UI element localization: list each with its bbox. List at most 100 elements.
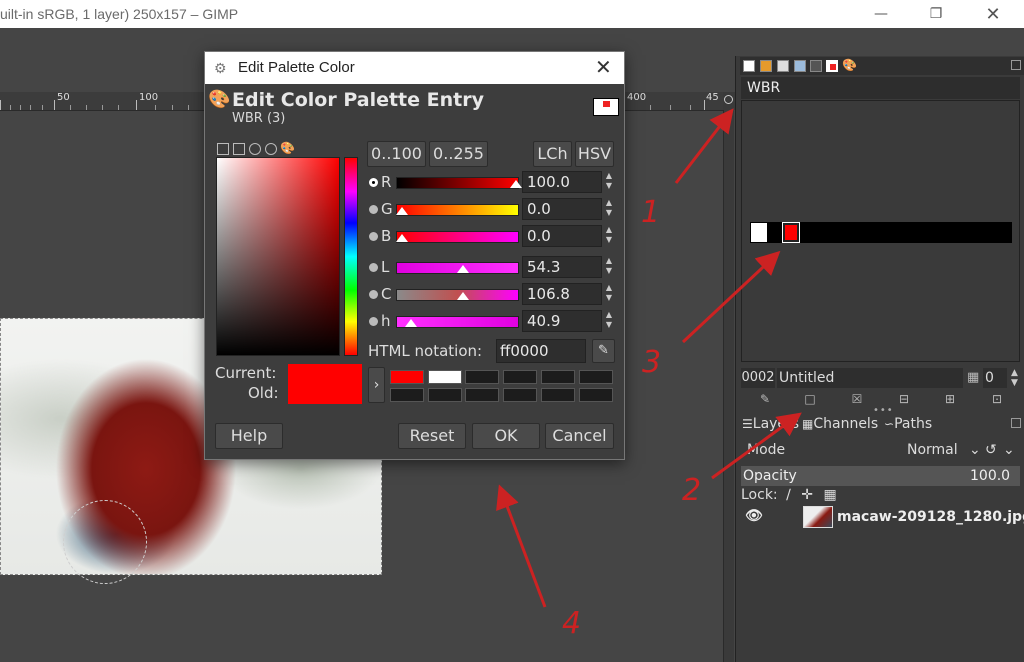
restore-icon[interactable]: ❐	[913, 0, 959, 28]
channel-radio-g[interactable]	[369, 205, 378, 214]
zoom-all-icon[interactable]: ⊡	[989, 391, 1005, 407]
history-swatch[interactable]	[390, 370, 424, 384]
layers-menu-icon[interactable]	[1011, 418, 1021, 428]
palette-title-field[interactable]: Untitled	[777, 368, 963, 388]
zoom-icon[interactable]	[723, 92, 735, 110]
slider-marker	[396, 207, 408, 215]
history-swatch[interactable]	[465, 388, 499, 402]
tab-paths[interactable]: ∽Paths	[884, 416, 932, 432]
spin-icon[interactable]: ▲ ▼	[603, 256, 615, 278]
range-0-255-button[interactable]: 0..255	[429, 141, 488, 167]
channel-radio-b[interactable]	[369, 232, 378, 241]
minimize-icon[interactable]: —	[858, 0, 904, 28]
lch-button[interactable]: LCh	[533, 141, 572, 167]
channel-radio-r[interactable]	[369, 178, 378, 187]
mode-dropdown[interactable]: Normal	[907, 442, 958, 458]
spin-icon[interactable]: ▲ ▼	[603, 198, 615, 220]
palette-tab-icon[interactable]	[826, 60, 838, 72]
palette-swatch-red[interactable]	[782, 222, 800, 243]
chevron-down-icon[interactable]: ⌄	[969, 442, 981, 458]
history-swatch[interactable]	[579, 388, 613, 402]
blend-space-icon[interactable]: ↺	[985, 442, 997, 458]
ok-button[interactable]: OK	[472, 423, 540, 449]
vertical-scrollbar[interactable]	[723, 110, 734, 662]
wheel-selector-icon[interactable]	[265, 143, 277, 155]
brush-icon[interactable]	[760, 60, 772, 72]
fg-bg-icon[interactable]	[743, 60, 755, 72]
history-swatch[interactable]	[579, 370, 613, 384]
history-swatch[interactable]	[503, 370, 537, 384]
range-0-100-button[interactable]: 0..100	[367, 141, 426, 167]
saturation-value-square[interactable]	[216, 157, 340, 356]
palette-swatch-white[interactable]	[751, 223, 767, 242]
zoom-in-icon[interactable]: ⊞	[942, 391, 958, 407]
value-g[interactable]: 0.0	[522, 198, 602, 220]
palette-icon[interactable]: 🎨	[842, 58, 857, 72]
image-icon[interactable]	[794, 60, 806, 72]
value-h[interactable]: 40.9	[522, 310, 602, 332]
tab-layers[interactable]: ☰Layers	[742, 416, 799, 432]
history-swatch[interactable]	[390, 388, 424, 402]
slider-l[interactable]	[396, 262, 519, 274]
eye-icon[interactable]: 👁	[745, 508, 763, 524]
slider-g[interactable]	[396, 204, 519, 216]
close-icon[interactable]: ✕	[970, 0, 1016, 28]
hue-bar[interactable]	[344, 157, 358, 356]
spin-icon[interactable]: ▲ ▼	[603, 225, 615, 247]
grid-value-field[interactable]: 0	[983, 368, 1007, 388]
cancel-button[interactable]: Cancel	[545, 423, 614, 449]
layer-row[interactable]: 👁 macaw-209128_1280.jpg	[741, 506, 1024, 530]
channel-radio-h[interactable]	[369, 317, 378, 326]
history-swatch[interactable]	[503, 388, 537, 402]
tab-channels[interactable]: ▦Channels	[802, 416, 878, 432]
channel-radio-l[interactable]	[369, 263, 378, 272]
new-color-icon[interactable]: □	[802, 391, 818, 407]
hsv-button[interactable]: HSV	[575, 141, 614, 167]
grid-spin-icon[interactable]: ▲ ▼	[1011, 368, 1018, 388]
add-to-history-icon[interactable]: ›	[368, 367, 385, 403]
edit-color-icon[interactable]: ✎	[757, 391, 773, 407]
slider-c[interactable]	[396, 289, 519, 301]
cmyk-selector-icon[interactable]	[233, 143, 245, 155]
value-c[interactable]: 106.8	[522, 283, 602, 305]
palette-selector-icon[interactable]: 🎨	[280, 141, 295, 155]
html-notation-field[interactable]: ff0000	[496, 339, 586, 363]
lock-pixels-icon[interactable]: ∕	[786, 487, 791, 503]
opacity-slider[interactable]: Opacity 100.0	[741, 466, 1020, 486]
delete-color-icon[interactable]: ☒	[849, 391, 865, 407]
spin-icon[interactable]: ▲ ▼	[603, 310, 615, 332]
window-title: uilt-in sRGB, 1 layer) 250x157 – GIMP	[0, 6, 239, 22]
reset-button[interactable]: Reset	[398, 423, 466, 449]
eyedropper-icon[interactable]: ✎	[592, 339, 615, 363]
palette-swatch-black[interactable]	[767, 223, 783, 242]
history-swatch[interactable]	[541, 370, 575, 384]
slider-r[interactable]	[396, 177, 522, 189]
history-swatch[interactable]	[428, 388, 462, 402]
chevron-down-icon[interactable]: ⌄	[1003, 442, 1015, 458]
font-icon[interactable]	[777, 60, 789, 72]
value-b[interactable]: 0.0	[522, 225, 602, 247]
history-swatch[interactable]	[541, 388, 575, 402]
palette-name-field[interactable]: WBR	[741, 77, 1020, 99]
help-button[interactable]: Help	[215, 423, 283, 449]
zoom-out-icon[interactable]: ⊟	[896, 391, 912, 407]
triangle-selector-icon[interactable]	[249, 143, 261, 155]
value-l[interactable]: 54.3	[522, 256, 602, 278]
layer-name[interactable]: macaw-209128_1280.jpg	[837, 509, 1024, 525]
history-swatch[interactable]	[428, 370, 462, 384]
channel-radio-c[interactable]	[369, 290, 378, 299]
spin-icon[interactable]: ▲ ▼	[603, 283, 615, 305]
pattern-icon[interactable]	[810, 60, 822, 72]
close-icon[interactable]: ✕	[595, 52, 612, 84]
slider-b[interactable]	[396, 231, 519, 243]
lock-alpha-icon[interactable]: ▦	[823, 487, 836, 503]
spin-icon[interactable]: ▲ ▼	[603, 171, 615, 193]
lock-position-icon[interactable]: ✛	[801, 487, 813, 503]
value-r[interactable]: 100.0	[522, 171, 602, 193]
columns-field[interactable]: 0002	[741, 368, 775, 388]
layer-list-empty-area[interactable]	[741, 532, 1024, 662]
gimp-selector-icon[interactable]	[217, 143, 229, 155]
slider-h[interactable]	[396, 316, 519, 328]
history-swatch[interactable]	[465, 370, 499, 384]
dock-menu-icon[interactable]	[1011, 60, 1021, 70]
